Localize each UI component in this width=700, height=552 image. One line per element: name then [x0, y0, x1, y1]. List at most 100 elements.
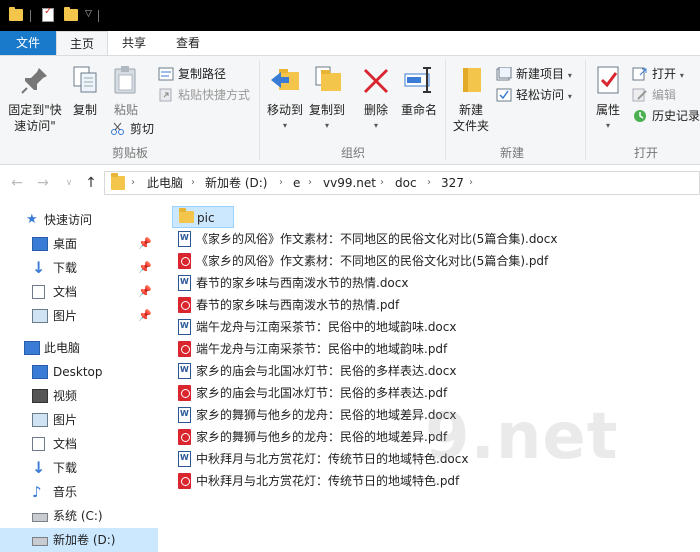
nav-item-videos[interactable]: 视频	[0, 384, 158, 408]
breadcrumb-doc[interactable]: doc	[395, 172, 417, 194]
pdf-document-icon	[178, 341, 191, 357]
open-icon	[632, 67, 648, 81]
copy-button[interactable]: 复制	[68, 64, 102, 118]
list-item[interactable]: 端午龙舟与江南采茶节：民俗中的地域韵味.docx	[172, 316, 572, 338]
file-name: 家乡的舞狮与他乡的龙舟：民俗的地域差异.docx	[196, 408, 457, 422]
breadcrumb-separator: ›	[380, 177, 384, 188]
pin-icon[interactable]: 📌	[138, 256, 152, 280]
nav-item-pc-desktop[interactable]: Desktop	[0, 360, 158, 384]
list-item[interactable]: 《家乡的风俗》作文素材：不同地区的民俗文化对比(5篇合集).docx	[172, 228, 572, 250]
recent-locations-chevron-icon[interactable]: ∨	[60, 173, 78, 193]
new-folder-label-2: 文件夹	[452, 119, 489, 133]
ribbon-tabs: 文件 主页 共享 查看	[0, 31, 700, 56]
pin-icon[interactable]: 📌	[138, 232, 152, 256]
new-folder-icon[interactable]	[64, 7, 78, 21]
word-document-icon	[178, 451, 191, 467]
history-button[interactable]: 历史记录	[632, 106, 700, 126]
breadcrumb-this-pc[interactable]: 此电脑	[147, 172, 183, 194]
star-icon: ★	[26, 212, 38, 227]
back-arrow-icon[interactable]: ←	[8, 173, 26, 193]
move-to-button[interactable]: 移动到 ▾	[264, 64, 306, 134]
breadcrumb-new-volume-d[interactable]: 新加卷 (D:)	[205, 172, 267, 194]
nav-item-downloads[interactable]: ↓ 下载 📌	[0, 256, 158, 280]
pin-quick-access-button[interactable]: 固定到"快 速访问"	[4, 64, 66, 134]
nav-item-pictures[interactable]: 图片 📌	[0, 304, 158, 328]
breadcrumb-separator: ›	[191, 177, 195, 188]
tab-view[interactable]: 查看	[160, 31, 216, 55]
rename-button[interactable]: 重命名	[398, 64, 440, 118]
nav-item-documents[interactable]: 文档 📌	[0, 280, 158, 304]
breadcrumb-e[interactable]: e	[293, 172, 300, 194]
list-item[interactable]: 家乡的庙会与北国冰灯节：民俗的多样表达.docx	[172, 360, 572, 382]
tab-home[interactable]: 主页	[56, 31, 108, 56]
copy-to-button[interactable]: 复制到 ▾	[306, 64, 348, 134]
properties-label: 属性	[595, 103, 620, 117]
nav-item-music[interactable]: ♪ 音乐	[0, 480, 158, 504]
chevron-down-icon: ▾	[324, 121, 329, 130]
nav-item-desktop[interactable]: 桌面 📌	[0, 232, 158, 256]
word-document-icon	[178, 231, 191, 247]
pin-icon[interactable]: 📌	[138, 304, 152, 328]
breadcrumb-separator: ›	[427, 177, 431, 188]
nav-label: 音乐	[53, 485, 78, 499]
up-arrow-icon[interactable]: ↑	[82, 173, 100, 193]
word-document-icon	[178, 319, 191, 335]
paste-shortcut-button[interactable]: 粘贴快捷方式	[158, 85, 250, 105]
paste-label: 粘贴	[113, 103, 138, 117]
file-name: 端午龙舟与江南采茶节：民俗中的地域韵味.pdf	[196, 342, 448, 356]
nav-item-pc-pictures[interactable]: 图片	[0, 408, 158, 432]
pdf-document-icon	[178, 473, 191, 489]
nav-label: 文档	[53, 285, 78, 299]
nav-label: 视频	[53, 389, 78, 403]
tab-share[interactable]: 共享	[108, 31, 160, 55]
file-name: 春节的家乡味与西南泼水节的热情.pdf	[196, 298, 400, 312]
folder-icon[interactable]	[9, 7, 23, 21]
copy-path-button[interactable]: 复制路径	[158, 64, 226, 84]
delete-button[interactable]: 删除 ▾	[358, 64, 394, 134]
list-item[interactable]: 端午龙舟与江南采茶节：民俗中的地域韵味.pdf	[172, 338, 572, 360]
scissors-icon	[110, 122, 126, 136]
nav-item-system-c[interactable]: 系统 (C:)	[0, 504, 158, 528]
open-button[interactable]: 打开 ▾	[632, 64, 684, 84]
nav-label: 此电脑	[44, 341, 81, 355]
video-icon	[32, 389, 48, 403]
file-name: 家乡的庙会与北国冰灯节：民俗的多样表达.pdf	[196, 386, 448, 400]
picture-icon	[32, 413, 48, 427]
chevron-down-icon: ▾	[567, 92, 572, 101]
easy-access-button[interactable]: 轻松访问 ▾	[496, 85, 572, 105]
properties-icon[interactable]	[42, 6, 54, 22]
delete-label: 删除	[363, 103, 388, 117]
word-document-icon	[178, 275, 191, 291]
desktop-icon	[32, 237, 48, 251]
chevron-down-icon[interactable]: ▽	[85, 9, 92, 26]
list-item[interactable]: 春节的家乡味与西南泼水节的热情.pdf	[172, 294, 572, 316]
edit-button[interactable]: 编辑	[632, 85, 676, 105]
pin-icon	[19, 64, 51, 96]
pin-icon[interactable]: 📌	[138, 280, 152, 304]
new-item-button[interactable]: 新建项目 ▾	[496, 64, 572, 84]
computer-icon	[24, 341, 40, 355]
forward-arrow-icon[interactable]: →	[34, 173, 52, 193]
cut-button[interactable]: 剪切	[110, 119, 154, 139]
paste-button[interactable]: 粘贴	[108, 64, 144, 118]
nav-item-pc-documents[interactable]: 文档	[0, 432, 158, 456]
nav-item-new-volume-d[interactable]: 新加卷 (D:)	[0, 528, 158, 552]
nav-item-this-pc[interactable]: 此电脑	[0, 336, 158, 360]
new-folder-button[interactable]: 新建 文件夹	[450, 64, 492, 134]
address-bar[interactable]: › 此电脑 › 新加卷 (D:) › e › vv99.net › doc › …	[104, 171, 700, 195]
breadcrumb-separator: ›	[469, 177, 473, 188]
list-item[interactable]: 春节的家乡味与西南泼水节的热情.docx	[172, 272, 572, 294]
tab-file[interactable]: 文件	[0, 31, 56, 55]
copy-icon	[69, 64, 101, 96]
list-item[interactable]: 《家乡的风俗》作文素材：不同地区的民俗文化对比(5篇合集).pdf	[172, 250, 572, 272]
nav-item-pc-downloads[interactable]: ↓ 下载	[0, 456, 158, 480]
list-item-folder[interactable]: pic	[172, 206, 234, 228]
breadcrumb-vv99-net[interactable]: vv99.net	[323, 172, 376, 194]
edit-label: 编辑	[652, 88, 677, 102]
new-folder-label-1: 新建	[458, 103, 483, 117]
history-icon	[632, 109, 648, 123]
nav-label: 下载	[53, 261, 78, 275]
breadcrumb-327[interactable]: 327	[441, 172, 464, 194]
properties-button[interactable]: 属性 ▾	[590, 64, 626, 134]
nav-item-quick-access[interactable]: ★ 快速访问	[0, 208, 158, 232]
